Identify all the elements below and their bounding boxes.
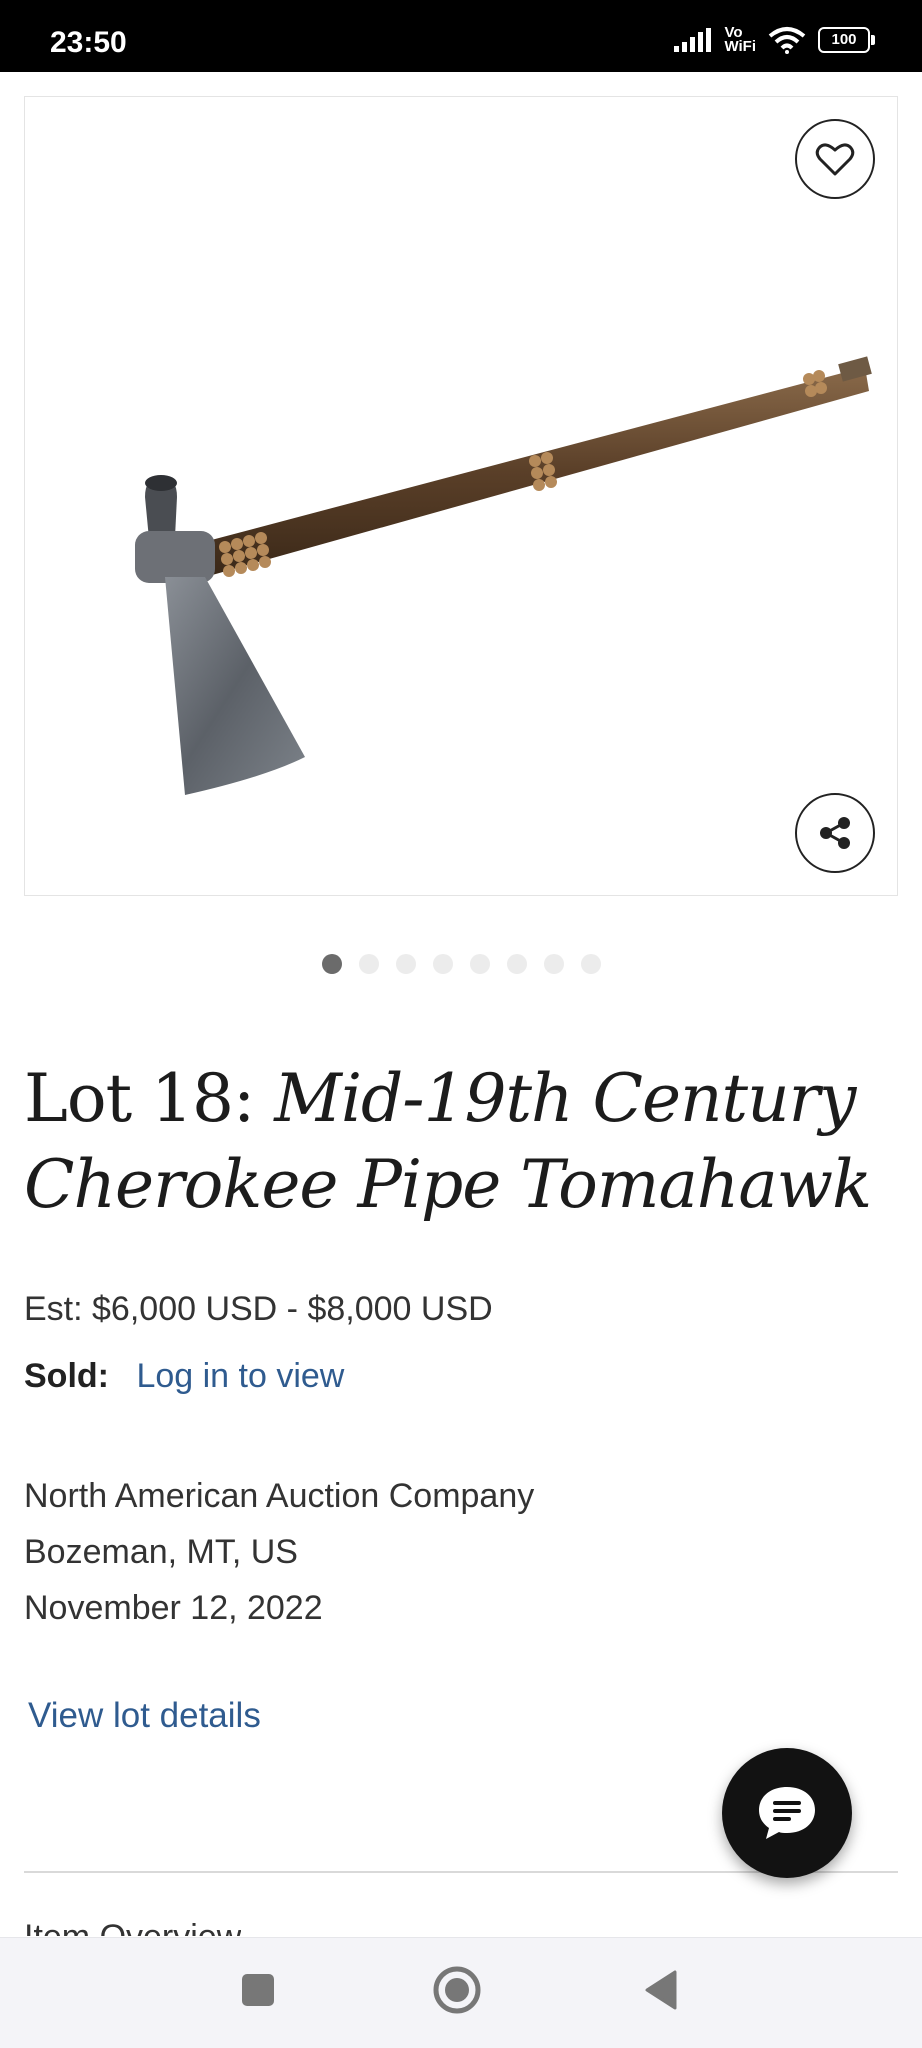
carousel-dot[interactable]: [469, 954, 490, 974]
square-icon: [242, 1974, 274, 2006]
circle-icon: [433, 1966, 481, 2014]
battery-icon: 100: [818, 27, 875, 53]
estimate-text: Est: $6,000 USD - $8,000 USD: [24, 1290, 493, 1328]
pipe-tomahawk-image: [135, 356, 872, 795]
sold-row: Sold: Log in to view: [24, 1357, 344, 1396]
status-icons: Vo WiFi 100: [674, 22, 875, 58]
login-to-view-link[interactable]: Log in to view: [136, 1357, 344, 1395]
lot-image-gallery[interactable]: [24, 96, 898, 896]
sold-label: Sold:: [24, 1357, 109, 1395]
recents-button[interactable]: [228, 1960, 288, 2020]
auction-house-name[interactable]: North American Auction Company: [24, 1468, 534, 1524]
vowifi-indicator: Vo WiFi: [724, 25, 756, 55]
carousel-dot[interactable]: [321, 954, 342, 974]
heart-icon: [815, 143, 855, 176]
triangle-back-icon: [645, 1970, 677, 2010]
carousel-dot[interactable]: [395, 954, 416, 974]
back-button[interactable]: [630, 1960, 690, 2020]
carousel-dot[interactable]: [580, 954, 601, 974]
favorite-button[interactable]: [795, 119, 875, 199]
seller-info: North American Auction Company Bozeman, …: [24, 1468, 534, 1636]
carousel-dot[interactable]: [506, 954, 527, 974]
lot-title: Lot 18: Mid-19th Century Cherokee Pipe T…: [24, 1056, 904, 1228]
carousel-dot[interactable]: [358, 954, 379, 974]
vowifi-bottom-label: WiFi: [724, 38, 756, 55]
auction-location: Bozeman, MT, US: [24, 1533, 298, 1571]
carousel-dot[interactable]: [543, 954, 564, 974]
status-time: 23:50: [50, 26, 127, 59]
status-bar: 23:50 Vo WiFi 100: [0, 0, 922, 72]
signal-icon: [674, 28, 712, 52]
auction-date: November 12, 2022: [24, 1589, 323, 1627]
item-overview-heading: Item Overview: [24, 1918, 241, 1936]
chat-icon: [759, 1787, 815, 1839]
view-lot-details-link[interactable]: View lot details: [28, 1696, 261, 1736]
share-button[interactable]: [795, 793, 875, 873]
home-button[interactable]: [427, 1960, 487, 2020]
lot-number: Lot 18:: [24, 1060, 275, 1137]
system-navigation-bar: [0, 1937, 922, 2048]
carousel-indicator[interactable]: [0, 954, 922, 974]
share-icon: [820, 817, 850, 849]
carousel-dot[interactable]: [432, 954, 453, 974]
chat-button[interactable]: [722, 1748, 852, 1878]
wifi-icon: [768, 27, 806, 54]
